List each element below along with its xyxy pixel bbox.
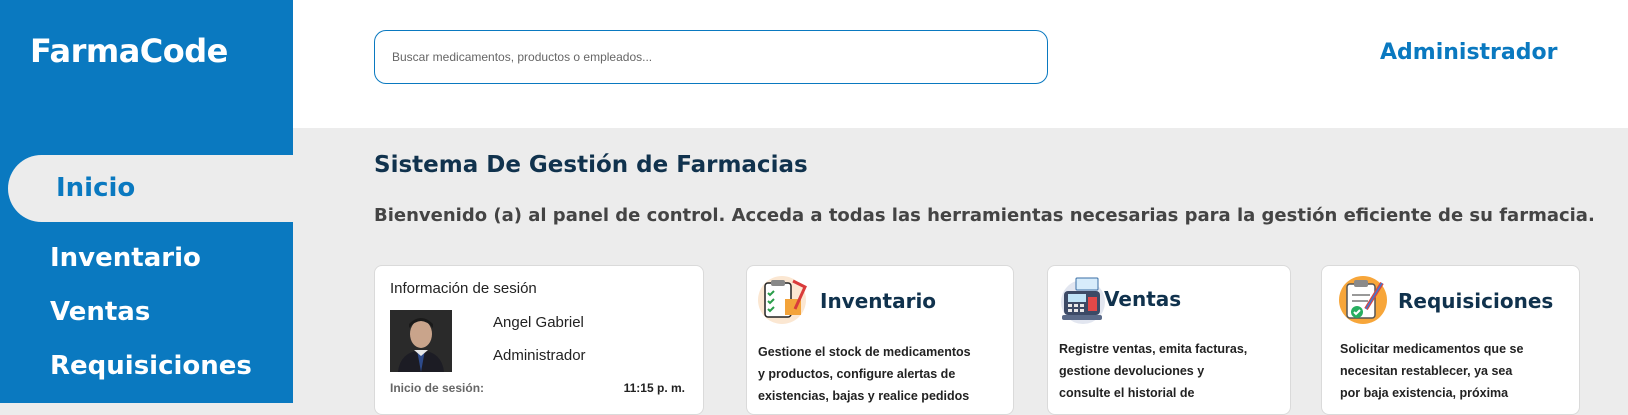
user-role: Administrador: [493, 347, 586, 364]
session-card: Información de sesión Angel Gabriel Admi…: [374, 265, 704, 415]
inventory-card-title: Inventario: [820, 289, 937, 313]
requisitions-card-title: Requisiciones: [1398, 289, 1554, 313]
sales-card-description: Registre ventas, emita facturas, gestion…: [1059, 342, 1248, 400]
inventory-card-description: Gestione el stock de medicamentos y prod…: [758, 345, 971, 403]
sidebar-item-inventario[interactable]: Inventario: [50, 243, 201, 273]
requisitions-card-description: Solicitar medicamentos que se necesitan …: [1340, 342, 1524, 400]
cash-register-icon: [1058, 275, 1108, 325]
search-input[interactable]: [374, 30, 1048, 84]
page-title: Sistema De Gestión de Farmacias: [374, 152, 808, 178]
sidebar: FarmaCode Inicio Inventario Ventas Requi…: [0, 0, 293, 403]
inventory-card[interactable]: Inventario Gestione el stock de medicame…: [746, 265, 1014, 415]
requisitions-card[interactable]: Requisiciones Solicitar medicamentos que…: [1321, 265, 1580, 415]
inventory-clipboard-icon: [757, 275, 807, 325]
avatar: [390, 310, 452, 372]
sidebar-item-requisiciones[interactable]: Requisiciones: [50, 351, 252, 381]
sidebar-item-inicio[interactable]: Inicio: [8, 155, 293, 222]
user-role-link[interactable]: Administrador: [1380, 40, 1557, 65]
sales-card-title: Ventas: [1104, 287, 1182, 311]
brand-logo: FarmaCode: [30, 32, 228, 70]
sidebar-item-label: Inicio: [56, 173, 136, 203]
session-card-title: Información de sesión: [390, 280, 537, 297]
sidebar-item-ventas[interactable]: Ventas: [50, 297, 150, 327]
session-start-label: Inicio de sesión:: [390, 381, 485, 395]
requisition-clipboard-icon: [1338, 275, 1388, 325]
sales-card[interactable]: Ventas Registre ventas, emita facturas, …: [1047, 265, 1291, 415]
session-start-time: 11:15 p. m.: [623, 381, 685, 395]
page-subtitle: Bienvenido (a) al panel de control. Acce…: [374, 205, 1595, 226]
user-name: Angel Gabriel: [493, 314, 584, 331]
